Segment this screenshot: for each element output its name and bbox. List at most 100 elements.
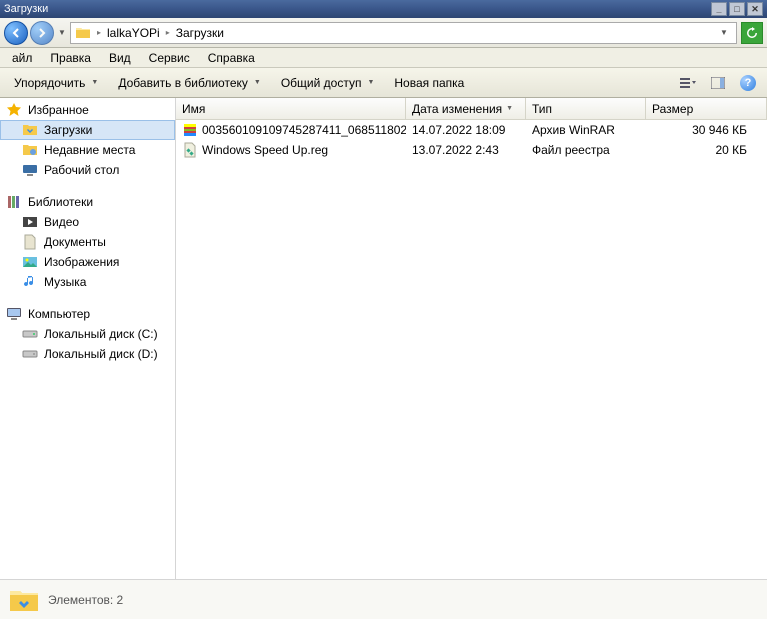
address-bar[interactable]: ▸ lalkaYOPi ▸ Загрузки ▼ — [70, 22, 737, 44]
sidebar-item-documents[interactable]: Документы — [0, 232, 175, 252]
chevron-down-icon: ▼ — [254, 79, 261, 86]
pictures-icon — [22, 254, 38, 270]
file-name-cell: 003560109109745287411_0685118025.dem… — [176, 122, 406, 138]
sidebar-item-desktop[interactable]: Рабочий стол — [0, 160, 175, 180]
sidebar-item-label: Документы — [44, 235, 106, 249]
nav-back-button[interactable] — [4, 21, 28, 45]
file-type: Файл реестра — [526, 143, 646, 157]
chevron-down-icon: ▼ — [91, 79, 98, 86]
sidebar-favorites[interactable]: Избранное — [0, 100, 175, 120]
menu-bar: айл Правка Вид Сервис Справка — [0, 48, 767, 68]
new-folder-button[interactable]: Новая папка — [386, 72, 472, 94]
organize-button[interactable]: Упорядочить ▼ — [6, 72, 106, 94]
window-title: Загрузки — [4, 3, 709, 15]
sort-desc-icon: ▼ — [506, 105, 513, 112]
sidebar-item-label: Видео — [44, 215, 79, 229]
file-size: 20 КБ — [646, 143, 767, 157]
share-label: Общий доступ — [281, 76, 362, 90]
sidebar-item-label: Рабочий стол — [44, 163, 119, 177]
sidebar-item-music[interactable]: Музыка — [0, 272, 175, 292]
chevron-right-icon: ▸ — [95, 28, 103, 37]
close-button[interactable]: ✕ — [747, 2, 763, 16]
drive-icon — [22, 346, 38, 362]
archive-icon — [182, 122, 198, 138]
status-bar: Элементов: 2 — [0, 579, 767, 619]
navigation-bar: ▼ ▸ lalkaYOPi ▸ Загрузки ▼ — [0, 18, 767, 48]
file-list-pane: Имя Дата изменения ▼ Тип Размер 00356010… — [176, 98, 767, 579]
desktop-icon — [22, 162, 38, 178]
column-header-type[interactable]: Тип — [526, 98, 646, 119]
folder-icon — [75, 25, 91, 41]
sidebar-item-videos[interactable]: Видео — [0, 212, 175, 232]
column-label: Тип — [532, 102, 552, 116]
computer-icon — [6, 306, 22, 322]
new-folder-label: Новая папка — [394, 76, 464, 90]
libraries-icon — [6, 194, 22, 210]
menu-view[interactable]: Вид — [101, 49, 139, 67]
help-button[interactable]: ? — [735, 72, 761, 94]
sidebar-item-label: Музыка — [44, 275, 86, 289]
folder-large-icon — [8, 584, 40, 616]
address-dropdown[interactable]: ▼ — [716, 28, 732, 37]
maximize-button[interactable]: □ — [729, 2, 745, 16]
sidebar-item-disk-c[interactable]: Локальный диск (C:) — [0, 324, 175, 344]
column-label: Имя — [182, 102, 205, 116]
status-label: Элементов: — [48, 593, 113, 607]
file-row[interactable]: 003560109109745287411_0685118025.dem… 14… — [176, 120, 767, 140]
sidebar-item-downloads[interactable]: Загрузки — [0, 120, 175, 140]
breadcrumb-user[interactable]: lalkaYOPi — [107, 26, 160, 40]
refresh-icon — [746, 27, 758, 39]
column-label: Дата изменения — [412, 102, 502, 116]
sidebar-item-label: Локальный диск (D:) — [44, 347, 158, 361]
column-header-name[interactable]: Имя — [176, 98, 406, 119]
sidebar-libraries-label: Библиотеки — [28, 195, 93, 209]
sidebar-item-recent[interactable]: Недавние места — [0, 140, 175, 160]
command-toolbar: Упорядочить ▼ Добавить в библиотеку ▼ Об… — [0, 68, 767, 98]
downloads-icon — [22, 122, 38, 138]
video-icon — [22, 214, 38, 230]
nav-forward-button[interactable] — [30, 21, 54, 45]
titlebar: Загрузки _ □ ✕ — [0, 0, 767, 18]
column-header-date[interactable]: Дата изменения ▼ — [406, 98, 526, 119]
navigation-pane: Избранное Загрузки Недавние места Рабочи… — [0, 98, 176, 579]
refresh-button[interactable] — [741, 22, 763, 44]
column-header-row: Имя Дата изменения ▼ Тип Размер — [176, 98, 767, 120]
sidebar-computer[interactable]: Компьютер — [0, 304, 175, 324]
reg-file-icon — [182, 142, 198, 158]
view-options-button[interactable] — [675, 72, 701, 94]
file-name-cell: Windows Speed Up.reg — [176, 142, 406, 158]
file-row[interactable]: Windows Speed Up.reg 13.07.2022 2:43 Фай… — [176, 140, 767, 160]
column-label: Размер — [652, 102, 693, 116]
column-header-size[interactable]: Размер — [646, 98, 767, 119]
minimize-button[interactable]: _ — [711, 2, 727, 16]
menu-help[interactable]: Справка — [200, 49, 263, 67]
chevron-down-icon: ▼ — [367, 79, 374, 86]
recent-places-icon — [22, 142, 38, 158]
menu-file[interactable]: айл — [4, 49, 40, 67]
breadcrumb-folder[interactable]: Загрузки — [176, 26, 224, 40]
music-icon — [22, 274, 38, 290]
file-size: 30 946 КБ — [646, 123, 767, 137]
include-in-library-button[interactable]: Добавить в библиотеку ▼ — [110, 72, 268, 94]
sidebar-item-pictures[interactable]: Изображения — [0, 252, 175, 272]
file-date: 13.07.2022 2:43 — [406, 143, 526, 157]
menu-edit[interactable]: Правка — [42, 49, 99, 67]
preview-pane-icon — [711, 77, 725, 89]
sidebar-item-label: Локальный диск (C:) — [44, 327, 158, 341]
file-list[interactable]: 003560109109745287411_0685118025.dem… 14… — [176, 120, 767, 579]
file-date: 14.07.2022 18:09 — [406, 123, 526, 137]
help-icon: ? — [740, 75, 756, 91]
view-icon — [680, 78, 696, 88]
nav-history-dropdown[interactable]: ▼ — [56, 21, 68, 45]
organize-label: Упорядочить — [14, 76, 85, 90]
include-label: Добавить в библиотеку — [118, 76, 248, 90]
share-with-button[interactable]: Общий доступ ▼ — [273, 72, 383, 94]
file-type: Архив WinRAR — [526, 123, 646, 137]
sidebar-item-disk-d[interactable]: Локальный диск (D:) — [0, 344, 175, 364]
arrow-left-icon — [11, 28, 21, 38]
sidebar-libraries[interactable]: Библиотеки — [0, 192, 175, 212]
file-name: 003560109109745287411_0685118025.dem… — [202, 123, 406, 137]
menu-tools[interactable]: Сервис — [141, 49, 198, 67]
documents-icon — [22, 234, 38, 250]
preview-pane-button[interactable] — [705, 72, 731, 94]
